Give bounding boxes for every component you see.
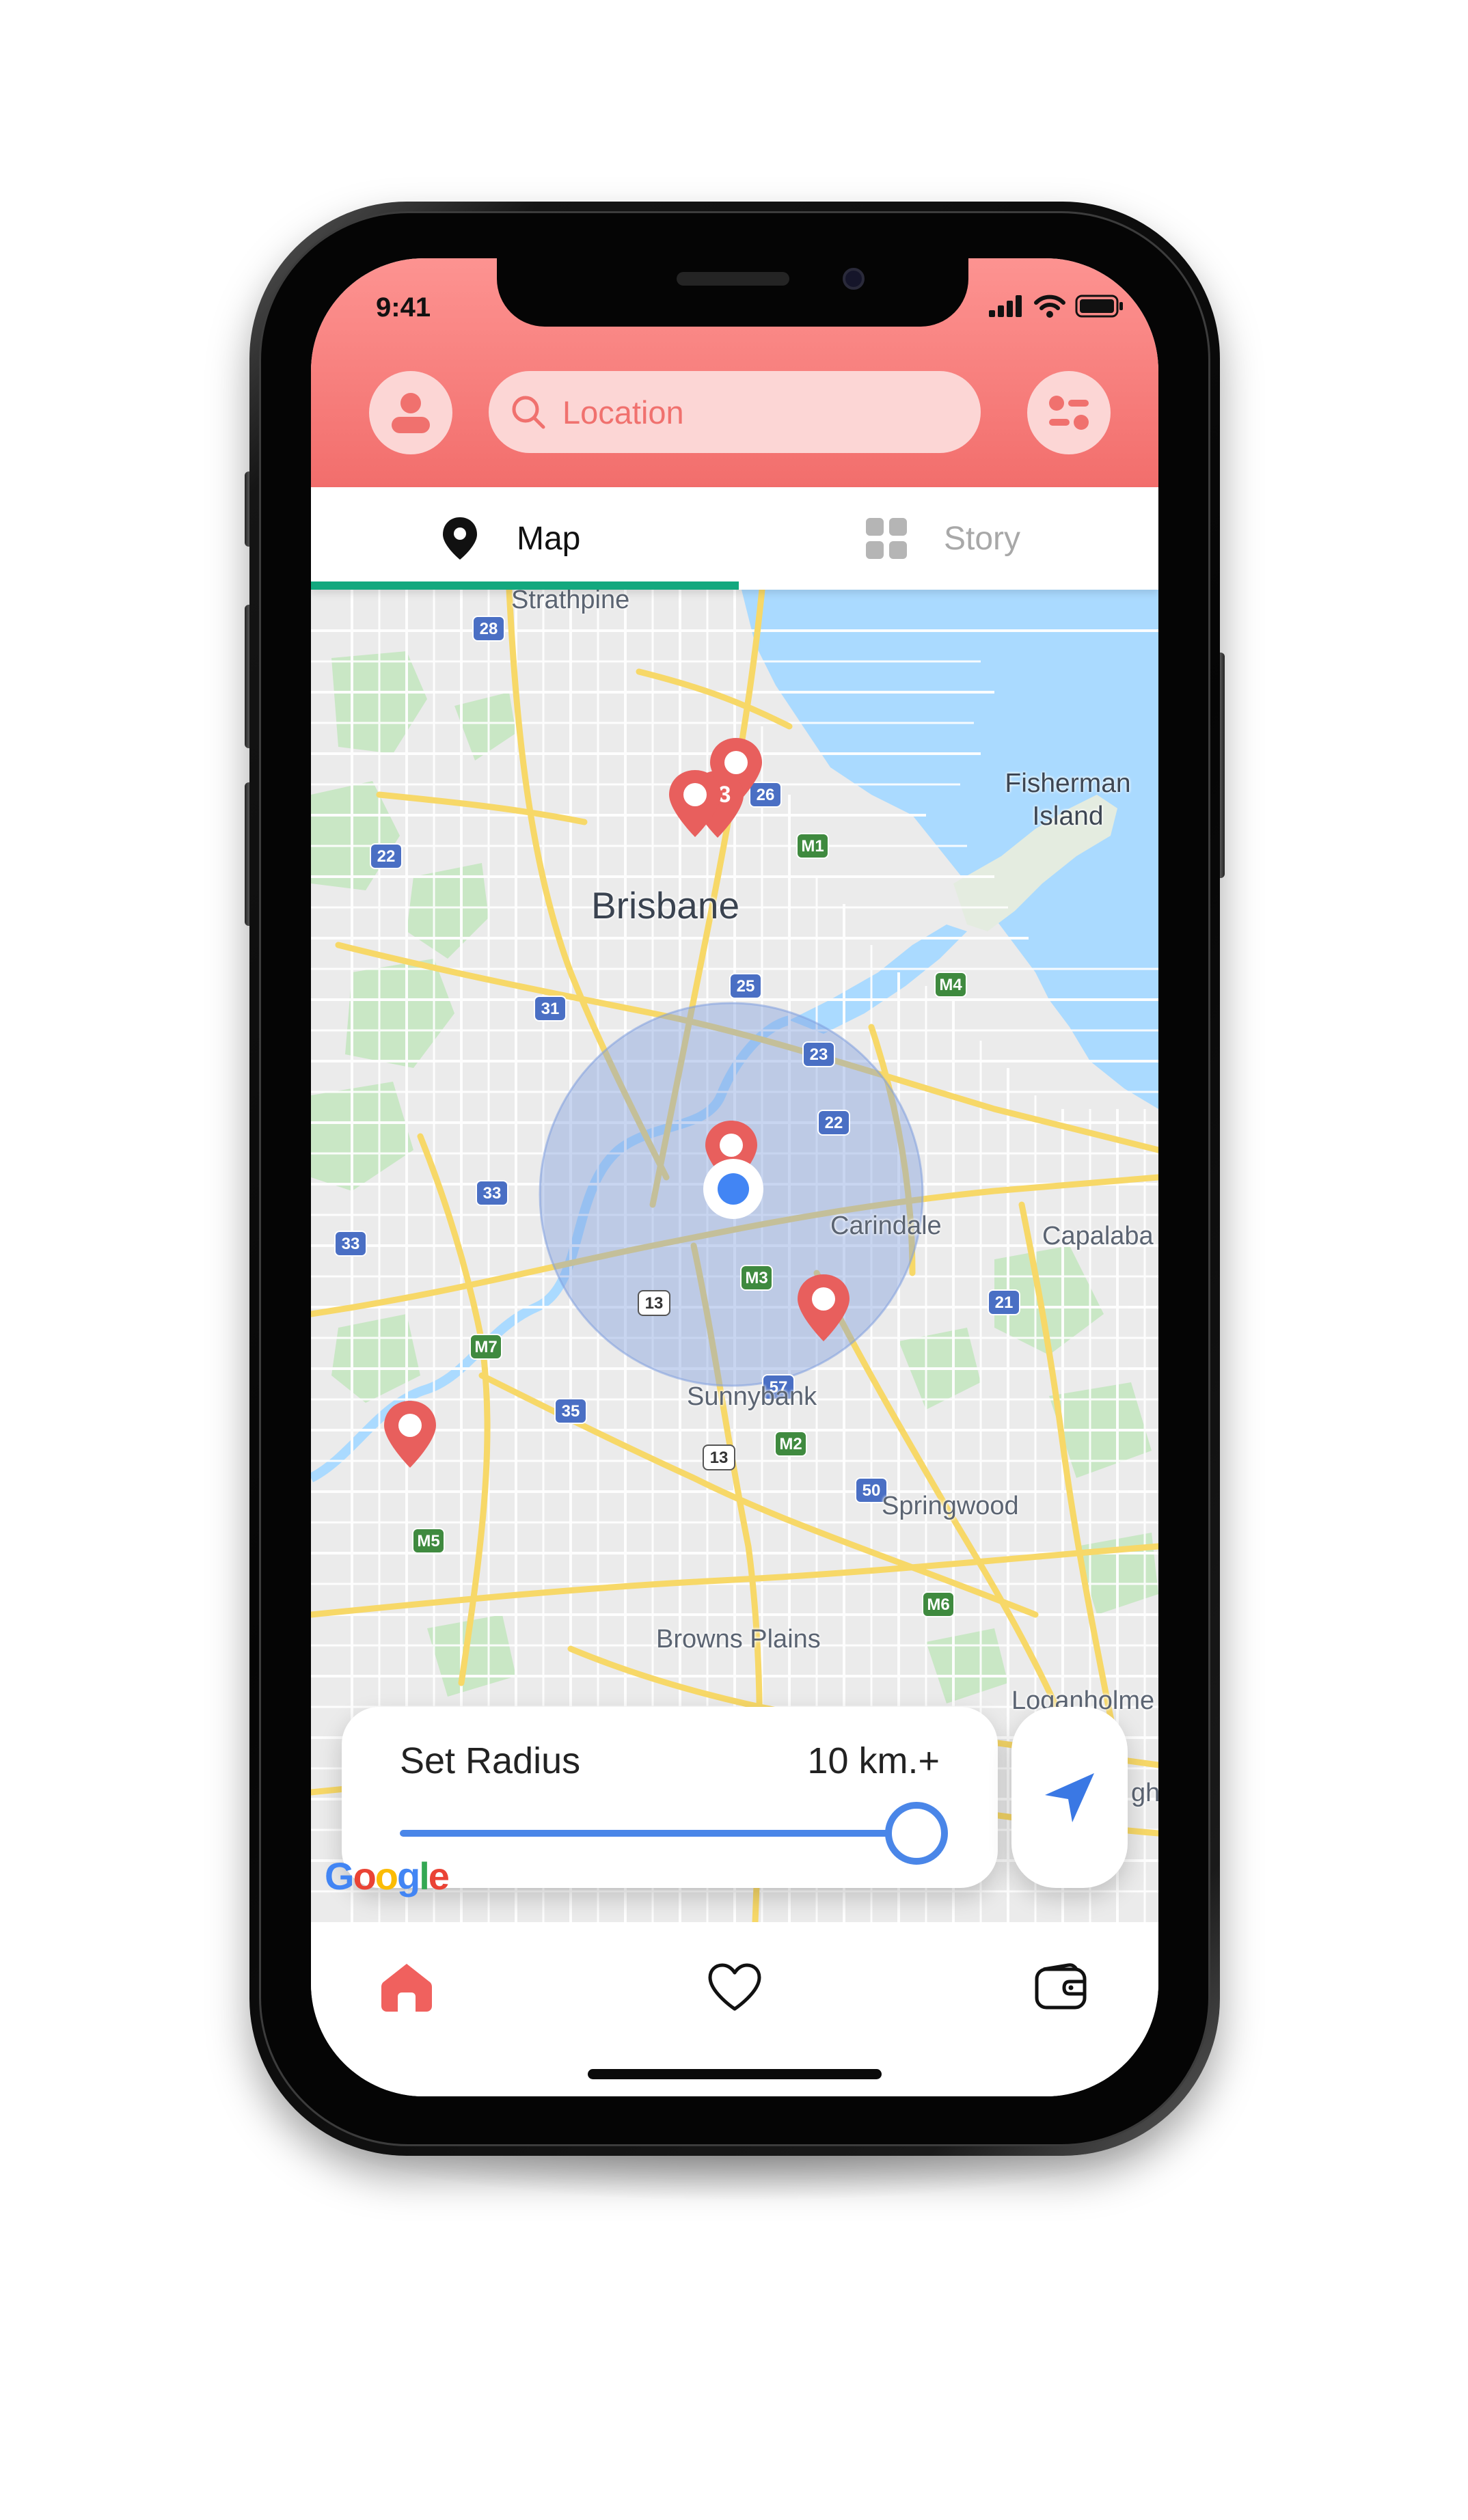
road-shield-m1: M1 [796,833,829,859]
road-shield-m4: M4 [934,972,967,998]
road-shield-label: 13 [710,1449,729,1467]
road-shield-r25: 25 [729,973,762,999]
search-bar[interactable]: Location [489,371,981,453]
nav-favorites[interactable] [704,1956,765,2018]
road-shield-r35: 35 [554,1398,587,1424]
radius-slider-track[interactable] [400,1830,916,1837]
map-label-sunnybank: Sunnybank [687,1382,817,1411]
road-shield-label: M2 [779,1435,802,1453]
road-shield-label: M4 [939,976,962,994]
road-shield-label: M7 [474,1338,497,1356]
user-icon [392,393,430,433]
road-shield-label: M1 [801,837,824,855]
bottom-navigation [311,1922,1158,2096]
road-shield-r31: 31 [534,996,567,1022]
map-pin-icon [443,517,477,560]
search-icon [512,396,545,429]
map-label-partial: gh [1131,1779,1158,1807]
road-shield-r22a: 22 [370,843,403,869]
filter-button[interactable] [1027,371,1111,454]
road-shield-m6: M6 [922,1591,955,1617]
cellular-signal-icon [989,295,1022,317]
home-icon [381,1964,432,2012]
road-shield-label: 33 [342,1235,360,1253]
profile-button[interactable] [369,371,452,454]
radius-value: 10 km.+ [807,1740,940,1781]
front-camera [843,268,865,290]
road-shield-label: 23 [810,1045,828,1064]
tab-map-label: Map [517,520,581,557]
tab-story[interactable]: Story [865,487,1020,590]
road-shield-m7: M7 [470,1334,502,1360]
road-shield-r23: 23 [802,1041,835,1067]
nav-home[interactable] [376,1956,437,2018]
search-input[interactable]: Location [562,394,684,431]
road-shield-r33a: 33 [476,1180,508,1206]
road-shield-label: M3 [745,1269,767,1287]
wallet-icon [1035,1963,1087,2010]
map-label-capalaba: Capalaba [1042,1222,1154,1250]
road-shield-m3: M3 [740,1265,773,1291]
road-shield-r33b: 33 [334,1231,367,1257]
radius-title: Set Radius [400,1740,581,1781]
filter-toggle-icon [1049,396,1089,430]
map-label-browns-plains: Browns Plains [656,1625,821,1654]
road-shield-label: 28 [480,620,498,638]
road-shield-label: 35 [562,1402,580,1421]
status-time: 9:41 [376,292,431,323]
road-shield-label: M6 [927,1595,949,1614]
road-shield-label: 26 [757,786,775,804]
radius-slider-thumb[interactable] [885,1802,948,1865]
road-shield-label: 22 [377,847,396,866]
road-shield-label: M5 [417,1532,439,1550]
status-icons [989,292,1124,320]
road-shield-r21: 21 [988,1289,1020,1315]
road-shield-r26: 26 [749,782,782,808]
road-shield-label: 33 [483,1184,502,1203]
heart-icon [708,1963,761,2011]
nav-wallet[interactable] [1031,1956,1092,2018]
battery-icon [1075,295,1123,318]
current-location-dot [703,1159,763,1219]
road-shield-label: 22 [825,1114,843,1132]
road-shield-label: 21 [995,1293,1014,1312]
google-attribution-logo: Google [325,1854,450,1898]
tab-story-label: Story [944,520,1021,557]
view-tabs: Map Story [311,487,1158,590]
map-label-strathpine: Strathpine [511,590,630,614]
road-shield-m2: M2 [774,1431,807,1457]
speaker-grille [677,272,789,286]
device-notch [497,258,968,327]
tab-map[interactable]: Map [441,487,580,590]
home-indicator [588,2069,882,2079]
road-shield-r13b: 13 [703,1444,735,1470]
road-shield-label: 50 [862,1481,881,1500]
map-label-springwood: Springwood [882,1492,1019,1520]
active-tab-indicator [311,581,739,590]
road-shield-r28: 28 [472,616,505,642]
road-shield-label: 13 [645,1294,664,1313]
map-label-brisbane: Brisbane [591,884,740,927]
road-shield-r22b: 22 [817,1110,850,1136]
road-shield-label: 31 [541,1000,560,1018]
wifi-icon [1034,295,1065,318]
phone-screen: 9:41 Location Map Story 28 26 M1 22 25 3… [311,258,1158,2096]
road-shield-label: 25 [737,977,755,996]
locate-me-button[interactable] [1011,1707,1128,1888]
map-label-fisherman-island: Fisherman Island [984,767,1152,833]
grid-icon [866,518,907,559]
map-label-carindale: Carindale [830,1211,942,1240]
navigation-arrow-icon [1045,1772,1094,1822]
map-label-fisherman-island-text: Fisherman Island [1005,769,1131,831]
road-shield-r13a: 13 [638,1290,670,1316]
road-shield-m5: M5 [412,1528,445,1554]
